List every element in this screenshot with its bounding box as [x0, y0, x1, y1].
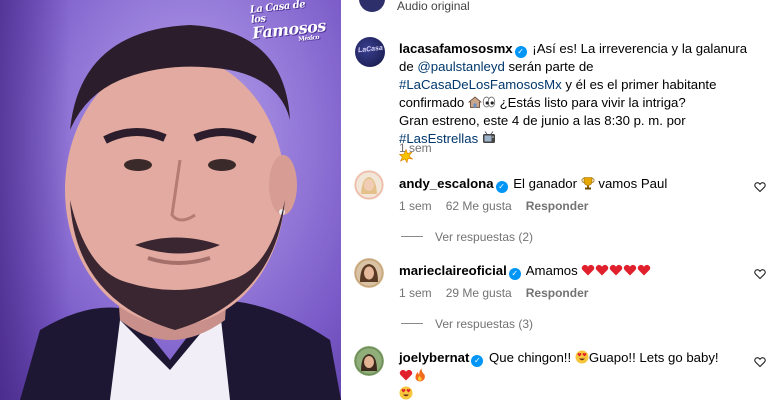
- eyes-emoji-icon: [482, 96, 496, 108]
- comment-likes[interactable]: 29 Me gusta: [446, 286, 512, 300]
- post-timestamp[interactable]: 1 sem: [399, 141, 432, 155]
- post-media-image[interactable]: La Casa de los Famosos México: [0, 0, 341, 400]
- tv-emoji-icon: [482, 131, 495, 143]
- avatar-photo-icon: [354, 258, 384, 288]
- house-emoji-icon: [467, 96, 482, 108]
- avatar-photo-icon: [354, 170, 384, 200]
- mention-link[interactable]: @paulstanleyd: [417, 59, 504, 74]
- post-author-avatar[interactable]: LaCasa: [355, 37, 385, 67]
- hashtag-link-casa[interactable]: #LaCasaDeLosFamososMx: [399, 77, 562, 92]
- comment-body-joely: joelybernat ✓ Que chingon!! Guapo!! Lets …: [399, 349, 729, 400]
- view-replies-label[interactable]: Ver respuestas (3): [435, 317, 533, 331]
- red-heart-emoji-icon: [582, 264, 595, 276]
- comment-meta-andy: 1 sem 62 Me gusta Responder: [399, 199, 602, 213]
- comment-body-marieclaire: marieclaireoficial ✓ Amamos: [399, 262, 729, 280]
- audio-avatar[interactable]: [359, 0, 385, 12]
- view-replies-andy[interactable]: Ver respuestas (2): [401, 230, 533, 244]
- caption-text-4: ¿Estás listo para vivir la intriga?: [495, 95, 686, 110]
- comment-time[interactable]: 1 sem: [399, 286, 432, 300]
- verified-badge-icon: ✓: [495, 181, 508, 193]
- reply-button[interactable]: Responder: [526, 199, 589, 213]
- red-heart-emoji-icon: [399, 369, 413, 381]
- commenter-avatar-marieclaire[interactable]: [354, 258, 384, 288]
- replies-divider-line: [401, 323, 423, 324]
- post-author-avatar-text: LaCasa: [357, 44, 384, 55]
- audio-label[interactable]: Audio original: [397, 0, 470, 13]
- fire-emoji-icon: [415, 368, 425, 382]
- comment-meta-marieclaire: 1 sem 29 Me gusta Responder: [399, 286, 602, 300]
- verified-badge-icon: ✓: [508, 268, 521, 280]
- brand-logo: La Casa de los Famosos México: [249, 0, 326, 58]
- caption-text-5: Gran estreno, este 4 de junio a las 8:30…: [399, 113, 686, 128]
- comment-username[interactable]: marieclaireoficial: [399, 263, 507, 278]
- commenter-avatar-andy[interactable]: [354, 170, 384, 200]
- comment-username[interactable]: joelybernat: [399, 350, 469, 365]
- replies-divider-line: [401, 236, 423, 237]
- commenter-avatar-joely[interactable]: [354, 346, 384, 376]
- comment-text: Que chingon!!: [485, 350, 575, 365]
- like-heart-icon[interactable]: [754, 181, 766, 193]
- comment-likes[interactable]: 62 Me gusta: [446, 199, 512, 213]
- post-author-username[interactable]: lacasafamososmx: [399, 41, 513, 56]
- red-heart-emoji-icon: [638, 264, 651, 276]
- view-replies-label[interactable]: Ver respuestas (2): [435, 230, 533, 244]
- like-heart-icon[interactable]: [754, 356, 766, 368]
- red-heart-emoji-icon: [610, 264, 623, 276]
- audio-row: Audio original: [341, 0, 768, 14]
- comment-body-andy: andy_escalona ✓ El ganador vamos Paul: [399, 175, 729, 193]
- red-heart-emoji-icon: [596, 264, 609, 276]
- comment-text-2: vamos Paul: [594, 176, 668, 191]
- person-portrait: [20, 25, 341, 400]
- caption-text-2: serán parte de: [504, 59, 594, 74]
- avatar-photo-icon: [354, 346, 384, 376]
- comment-username[interactable]: andy_escalona: [399, 176, 494, 191]
- comment-text: El ganador: [509, 176, 581, 191]
- trophy-emoji-icon: [581, 177, 595, 190]
- heart-eyes-emoji-icon: [399, 386, 413, 400]
- comment-text: Amamos: [522, 263, 582, 278]
- post-caption: lacasafamososmx ✓ ¡Así es! La irreverenci…: [399, 40, 751, 166]
- comment-text-2: Guapo!! Lets go baby!: [588, 350, 719, 365]
- view-replies-marieclaire[interactable]: Ver respuestas (3): [401, 317, 533, 331]
- heart-eyes-emoji-icon: [575, 350, 589, 364]
- reply-button[interactable]: Responder: [526, 286, 589, 300]
- verified-badge-icon: ✓: [514, 46, 527, 58]
- red-heart-emoji-icon: [624, 264, 637, 276]
- like-heart-icon[interactable]: [754, 268, 766, 280]
- verified-badge-icon: ✓: [471, 355, 484, 367]
- comment-time[interactable]: 1 sem: [399, 199, 432, 213]
